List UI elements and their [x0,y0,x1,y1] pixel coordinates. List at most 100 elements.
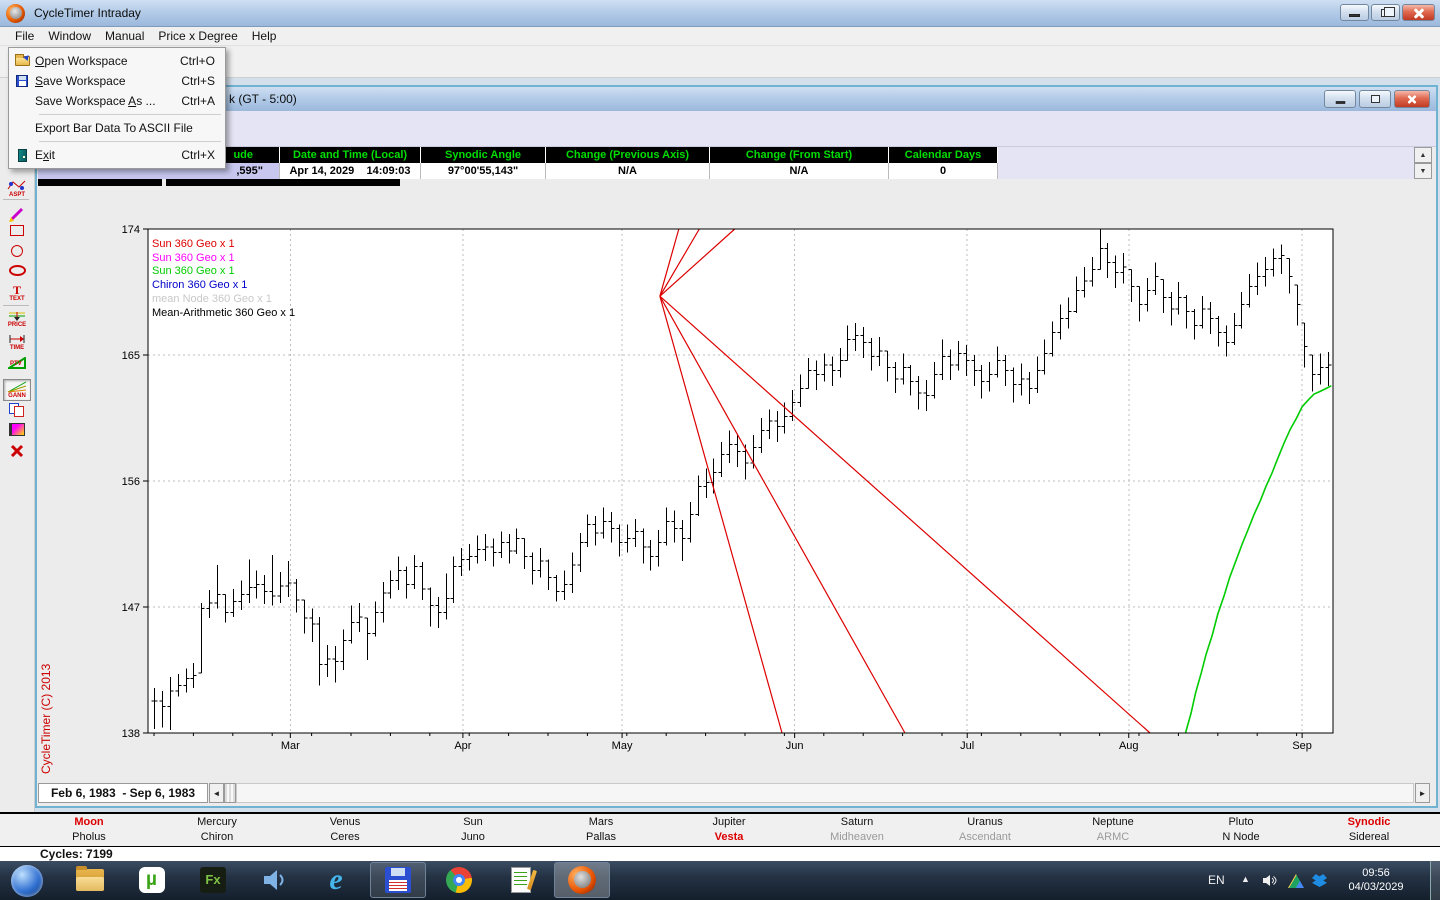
scroll-left-button[interactable]: ◄ [209,783,224,803]
restore-icon [1381,9,1390,17]
aspect-icon[interactable]: ASPT [3,178,31,199]
planet-cell-sun[interactable]: SunJuno [409,814,537,846]
close-button[interactable] [1402,4,1435,21]
taskbar-app-cycletimer[interactable] [554,862,610,898]
text-tool-icon[interactable]: TTEXT [3,284,31,303]
taskbar-app-volume-mixer[interactable] [247,862,303,898]
menu-item-help[interactable]: Help [245,27,284,45]
child-minimize-button[interactable] [1324,90,1356,108]
planet-cell-uranus[interactable]: UranusAscendant [921,814,1049,846]
planet-cell-synodic[interactable]: SynodicSidereal [1305,814,1433,846]
planet-cell-moon[interactable]: MoonPholus [25,814,153,846]
planet-bottom-label: N Node [1177,830,1305,845]
table-scroll-up-button[interactable]: ▲ [1414,147,1432,163]
taskbar-app-fx-app[interactable]: Fx [185,862,241,898]
child-maximize-button[interactable] [1359,90,1391,108]
svg-text:Jul: Jul [960,740,974,752]
ellipse-icon[interactable] [3,264,31,277]
legend-item: Sun 360 Geo x 1 [152,252,295,266]
taskbar-clock[interactable]: 09:56 04/03/2029 [1336,866,1416,894]
taskbar-app-chrome[interactable] [431,862,487,898]
planet-cell-venus[interactable]: VenusCeres [281,814,409,846]
scrollbar-thumb[interactable] [224,783,236,803]
planet-cell-pluto[interactable]: PlutoN Node [1177,814,1305,846]
svg-text:138: 138 [122,728,140,740]
planet-cell-saturn[interactable]: SaturnMidheaven [793,814,921,846]
table-data-cell: 0 [889,163,998,179]
google-drive-icon[interactable] [1288,874,1304,888]
scrollbar-track[interactable] [236,783,1414,803]
gann-tool-icon[interactable]: GANN [3,379,31,401]
planet-bottom-label: Pholus [25,830,153,845]
cycletimer-logo-icon [6,4,25,23]
exit-door-icon [9,149,35,162]
planet-bottom-label: Ascendant [921,830,1049,845]
svg-text:PTV: PTV [10,361,22,367]
info-panel-spacer [37,111,1436,147]
menu-item-manual[interactable]: Manual [98,27,151,45]
menu-item-file[interactable]: File [8,27,41,45]
planet-top-label: Uranus [921,815,1049,830]
menu-item-label: Save Workspace [35,74,181,88]
planet-top-label: Pluto [1177,815,1305,830]
planet-bottom-label: ARMC [1049,830,1177,845]
dropbox-icon[interactable] [1312,874,1327,887]
notebook-icon[interactable] [3,422,31,437]
planet-cell-neptune[interactable]: NeptuneARMC [1049,814,1177,846]
child-close-button[interactable] [1394,90,1430,108]
tray-volume-icon[interactable] [1262,874,1278,887]
minimize-button[interactable] [1340,4,1369,21]
time-tool-icon[interactable]: TIME [3,333,31,352]
legend-item: Sun 360 Geo x 1 [152,238,295,252]
legend-item: Chiron 360 Geo x 1 [152,279,295,293]
window-title: CycleTimer Intraday [34,6,141,20]
show-desktop-button[interactable] [1430,861,1440,900]
menu-item-label: Exit [35,148,181,162]
menu-item-window[interactable]: Window [41,27,98,45]
ptv-tool-icon[interactable]: PTV [3,356,31,370]
price-tool-icon[interactable]: PRICE [3,310,31,329]
table-header-cell: Date and Time (Local) [280,147,421,163]
taskbar-app-utorrent[interactable]: µ [124,862,180,898]
legend-item: Mean-Arithmetic 360 Geo x 1 [152,307,295,321]
file-menu-item-save-workspace[interactable]: Save WorkspaceCtrl+S [9,71,225,91]
planet-top-label: Moon [25,815,153,830]
table-scroll-down-button[interactable]: ▼ [1414,163,1432,179]
toolbar-separator [3,199,29,200]
planet-cell-mars[interactable]: MarsPallas [537,814,665,846]
rectangle-icon[interactable] [3,224,31,237]
taskbar-app-explorer[interactable] [62,862,118,898]
file-menu-item-export-bar-data-to-ascii-file[interactable]: Export Bar Data To ASCII File [9,118,225,138]
file-menu-item-exit[interactable]: ExitCtrl+X [9,145,225,165]
menu-separator [39,114,221,115]
drawing-toolbar: ASPT TTEXT PRICE TIME PTV GANN [0,78,35,812]
file-menu-item-save-workspace-as-[interactable]: Save Workspace As ...Ctrl+A [9,91,225,111]
planet-cell-mercury[interactable]: MercuryChiron [153,814,281,846]
planet-top-label: Mars [537,815,665,830]
circle-icon[interactable] [3,244,31,258]
file-menu-item-open-workspace[interactable]: Open WorkspaceCtrl+O [9,51,225,71]
menu-item-price-x-degree[interactable]: Price x Degree [151,27,244,45]
planet-top-label: Mercury [153,815,281,830]
cycles-count: Cycles: 7199 [40,847,113,861]
taskbar-app-text-editor[interactable] [493,862,549,898]
planet-top-label: Neptune [1049,815,1177,830]
pencil-icon[interactable] [3,204,31,224]
clock-date: 04/03/2029 [1336,880,1416,894]
restore-button[interactable] [1371,4,1400,21]
tray-chevron-up-icon[interactable]: ▲ [1241,874,1250,884]
clock-time: 09:56 [1336,866,1416,880]
date-range-bar: Feb 6, 1983 - Sep 6, 1983 ◄ ► [37,781,1436,806]
svg-text:Mar: Mar [281,740,300,752]
watermark: CycleTimer (C) 2013 [39,664,53,774]
legend-item: mean Node 360 Geo x 1 [152,293,295,307]
taskbar-app-floppy-app[interactable] [370,862,426,898]
delete-icon[interactable] [3,442,31,458]
scroll-right-button[interactable]: ► [1415,783,1430,803]
menu-item-shortcut: Ctrl+A [181,94,225,108]
language-indicator[interactable]: EN [1208,873,1225,887]
copy-icon[interactable] [3,402,31,418]
start-button[interactable] [8,863,46,898]
taskbar-app-internet-explorer[interactable]: e [308,862,364,898]
planet-cell-jupiter[interactable]: JupiterVesta [665,814,793,846]
